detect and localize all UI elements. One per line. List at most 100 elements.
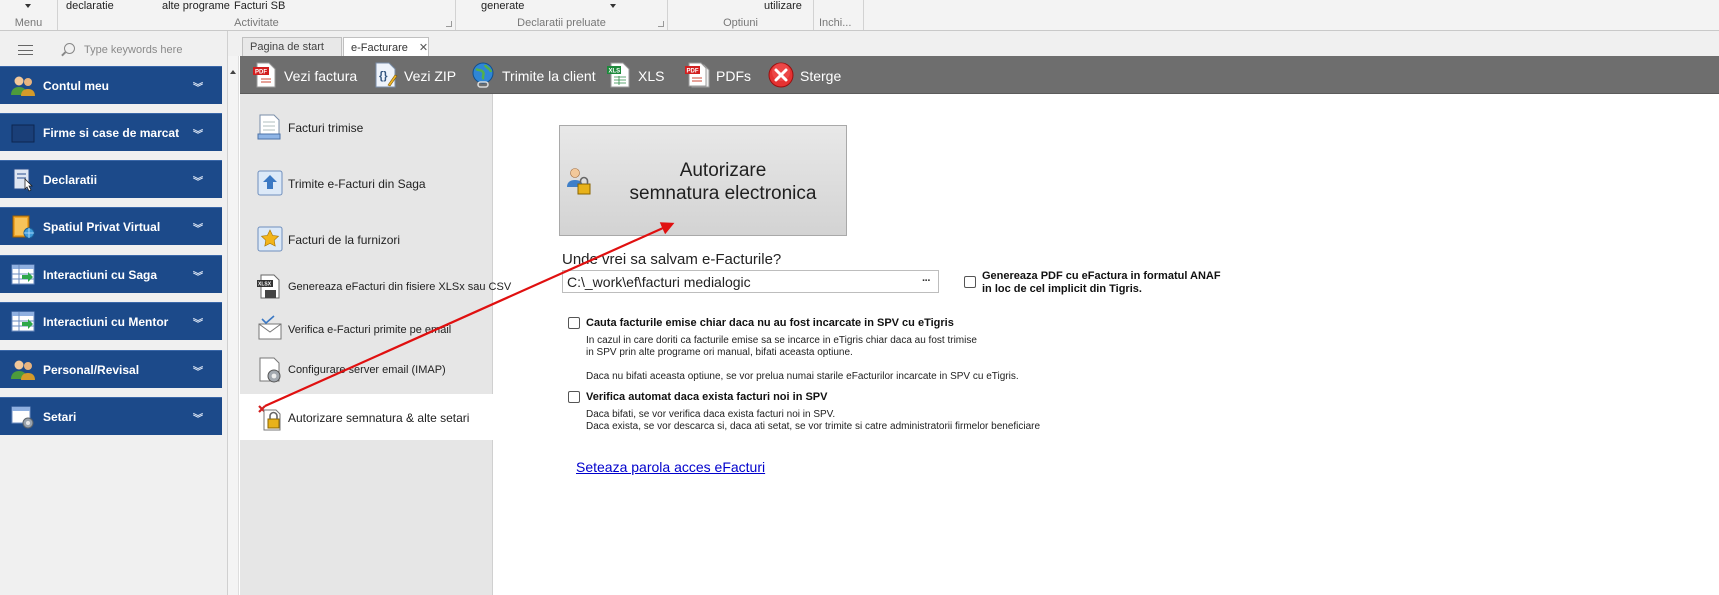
document-cursor-icon <box>13 168 33 192</box>
spreadsheet-icon: XLSX <box>257 274 280 299</box>
submenu-configurare-server[interactable]: Configurare server email (IMAP) <box>240 347 493 393</box>
tab-label: e-Facturare <box>351 42 408 54</box>
nav-item-label: Setari <box>43 410 77 424</box>
action-toolbar: PDF Vezi factura {} Vezi ZIP Trimite la … <box>240 56 1719 94</box>
ribbon-item-facturi-sb[interactable]: Facturi SB <box>234 0 285 12</box>
users-icon <box>11 76 35 96</box>
chevron-down-icon: ︾ <box>193 414 203 425</box>
search-input[interactable] <box>84 40 219 60</box>
pdf-anaf-checkbox[interactable] <box>964 276 976 288</box>
ribbon-group-activity: declaratie alte programe Facturi SB Acti… <box>58 0 456 30</box>
submenu-label: Trimite e-Facturi din Saga <box>288 177 426 191</box>
toolbar-label: Trimite la client <box>502 68 596 84</box>
nav-item-contul-meu[interactable]: Contul meu ︾ <box>0 66 222 104</box>
chevron-down-icon: ︾ <box>193 177 203 188</box>
nav-item-saga[interactable]: Interactiuni cu Saga ︾ <box>0 255 222 293</box>
arrow-up-icon <box>230 70 236 74</box>
upload-icon <box>257 170 283 196</box>
toolbar-label: Vezi factura <box>284 68 358 84</box>
chevron-down-icon: ︾ <box>193 319 203 330</box>
sent-invoices-icon <box>257 114 281 140</box>
submenu-autorizare-semnatura[interactable]: Autorizare semnatura & alte setari <box>240 394 493 440</box>
ribbon-group-options: utilizare Optiuni <box>668 0 814 30</box>
nav-item-spv[interactable]: Spatiul Privat Virtual ︾ <box>0 207 222 245</box>
dropdown-arrow-icon[interactable] <box>610 4 616 8</box>
tab-label: Pagina de start <box>250 41 324 53</box>
nav-item-label: Interactiuni cu Saga <box>43 268 158 282</box>
submenu-trimite-efacturi[interactable]: Trimite e-Facturi din Saga <box>240 160 493 206</box>
chevron-down-icon: ︾ <box>193 224 203 235</box>
svg-text:PDF: PDF <box>255 70 267 76</box>
ribbon-caption: Optiuni <box>723 17 758 29</box>
table-arrow-icon <box>11 264 35 285</box>
search-invoices-description: Daca nu bifati aceasta optiune, se vor p… <box>586 371 1019 382</box>
ribbon-item-declaratie[interactable]: declaratie <box>66 0 114 12</box>
scroll-up-button[interactable] <box>228 56 239 595</box>
search-invoices-label: Cauta facturile emise chiar daca nu au f… <box>586 317 954 329</box>
book-globe-icon <box>12 215 35 239</box>
svg-text:{}: {} <box>379 70 388 82</box>
settings-gear-icon <box>259 357 281 383</box>
hamburger-menu-icon[interactable] <box>18 45 33 55</box>
delete-x-icon <box>768 62 794 88</box>
globe-link-icon <box>472 62 494 88</box>
nav-item-label: Contul meu <box>43 79 109 93</box>
submenu-facturi-furnizori[interactable]: Facturi de la furnizori <box>240 216 493 262</box>
nav-item-personal[interactable]: Personal/Revisal ︾ <box>0 350 222 388</box>
auto-check-description: Daca exista, se vor descarca si, daca at… <box>586 421 1041 432</box>
nav-item-label: Spatiul Privat Virtual <box>43 220 161 234</box>
table-arrow-icon <box>11 311 35 332</box>
users-icon <box>11 360 35 380</box>
authorize-signature-button[interactable]: Autorizare semnatura electronica <box>559 125 847 236</box>
ribbon-item-alte-programe[interactable]: alte programe <box>162 0 230 12</box>
ribbon-caption: Declaratii preluate <box>517 17 606 29</box>
set-password-link[interactable]: Seteaza parola acces eFacturi <box>576 459 765 475</box>
chevron-down-icon: ︾ <box>193 272 203 283</box>
dropdown-arrow-icon[interactable] <box>25 4 31 8</box>
favorite-invoice-icon <box>257 226 283 252</box>
svg-text:XLSX: XLSX <box>258 282 272 288</box>
ribbon-item-utilizare[interactable]: utilizare <box>764 0 802 12</box>
ribbon: Menu declaratie alte programe Facturi SB… <box>0 0 1719 31</box>
nav-item-label: Personal/Revisal <box>43 363 140 377</box>
svg-text:PDF: PDF <box>687 69 699 75</box>
toolbar-label: PDFs <box>716 68 751 84</box>
nav-item-mentor[interactable]: Interactiuni cu Mentor ︾ <box>0 302 222 340</box>
chevron-down-icon: ︾ <box>193 367 203 378</box>
group-launcher-icon[interactable] <box>446 21 452 27</box>
save-path-input[interactable] <box>562 270 939 293</box>
nav-item-firme[interactable]: Firme si case de marcat ︾ <box>0 113 222 151</box>
nav-item-declaratii[interactable]: Declaratii ︾ <box>0 160 222 198</box>
ribbon-group-close: Inchi... <box>814 0 864 30</box>
browse-button[interactable]: ··· <box>922 275 931 287</box>
close-icon[interactable]: ✕ <box>419 41 428 54</box>
pdf-anaf-label-line-1: Genereaza PDF cu eFactura in formatul AN… <box>982 270 1221 282</box>
search-icon <box>64 43 75 54</box>
search-invoices-checkbox[interactable] <box>568 317 580 329</box>
user-lock-icon <box>567 168 591 195</box>
submenu-genereaza-efacturi[interactable]: XLSX Genereaza eFacturi din fisiere XLSx… <box>240 264 511 310</box>
zip-file-icon: {} <box>375 62 398 88</box>
submenu-label: Genereaza eFacturi din fisiere XLSx sau … <box>288 281 512 293</box>
ribbon-item-generate[interactable]: generate <box>481 0 524 12</box>
chevron-down-icon: ︾ <box>193 83 203 94</box>
ribbon-group-menu[interactable]: Menu <box>0 0 58 30</box>
toolbar-label: Sterge <box>800 68 842 84</box>
submenu-facturi-trimise[interactable]: Facturi trimise <box>240 104 493 150</box>
ribbon-caption: Activitate <box>234 17 279 29</box>
auto-check-checkbox[interactable] <box>568 391 580 403</box>
tab-e-facturare[interactable]: e-Facturare ✕ <box>343 37 429 56</box>
group-launcher-icon[interactable] <box>658 21 664 27</box>
nav-item-label: Declaratii <box>43 173 98 187</box>
auth-button-line-1: Autorizare <box>679 160 767 181</box>
search-invoices-description: In cazul in care doriti ca facturile emi… <box>586 335 977 346</box>
auto-check-description: Daca bifati, se vor verifica daca exista… <box>586 409 836 420</box>
pdf-anaf-label-line-2: in loc de cel implicit din Tigris. <box>982 283 1142 295</box>
nav-search-bar <box>0 37 228 63</box>
tab-pagina-de-start[interactable]: Pagina de start <box>242 37 342 56</box>
nav-item-label: Interactiuni cu Mentor <box>43 315 169 329</box>
svg-text:XLS: XLS <box>609 69 621 75</box>
submenu-label: Facturi de la furnizori <box>288 233 401 247</box>
submenu-label: Autorizare semnatura & alte setari <box>288 411 470 425</box>
nav-item-setari[interactable]: Setari ︾ <box>0 397 222 435</box>
